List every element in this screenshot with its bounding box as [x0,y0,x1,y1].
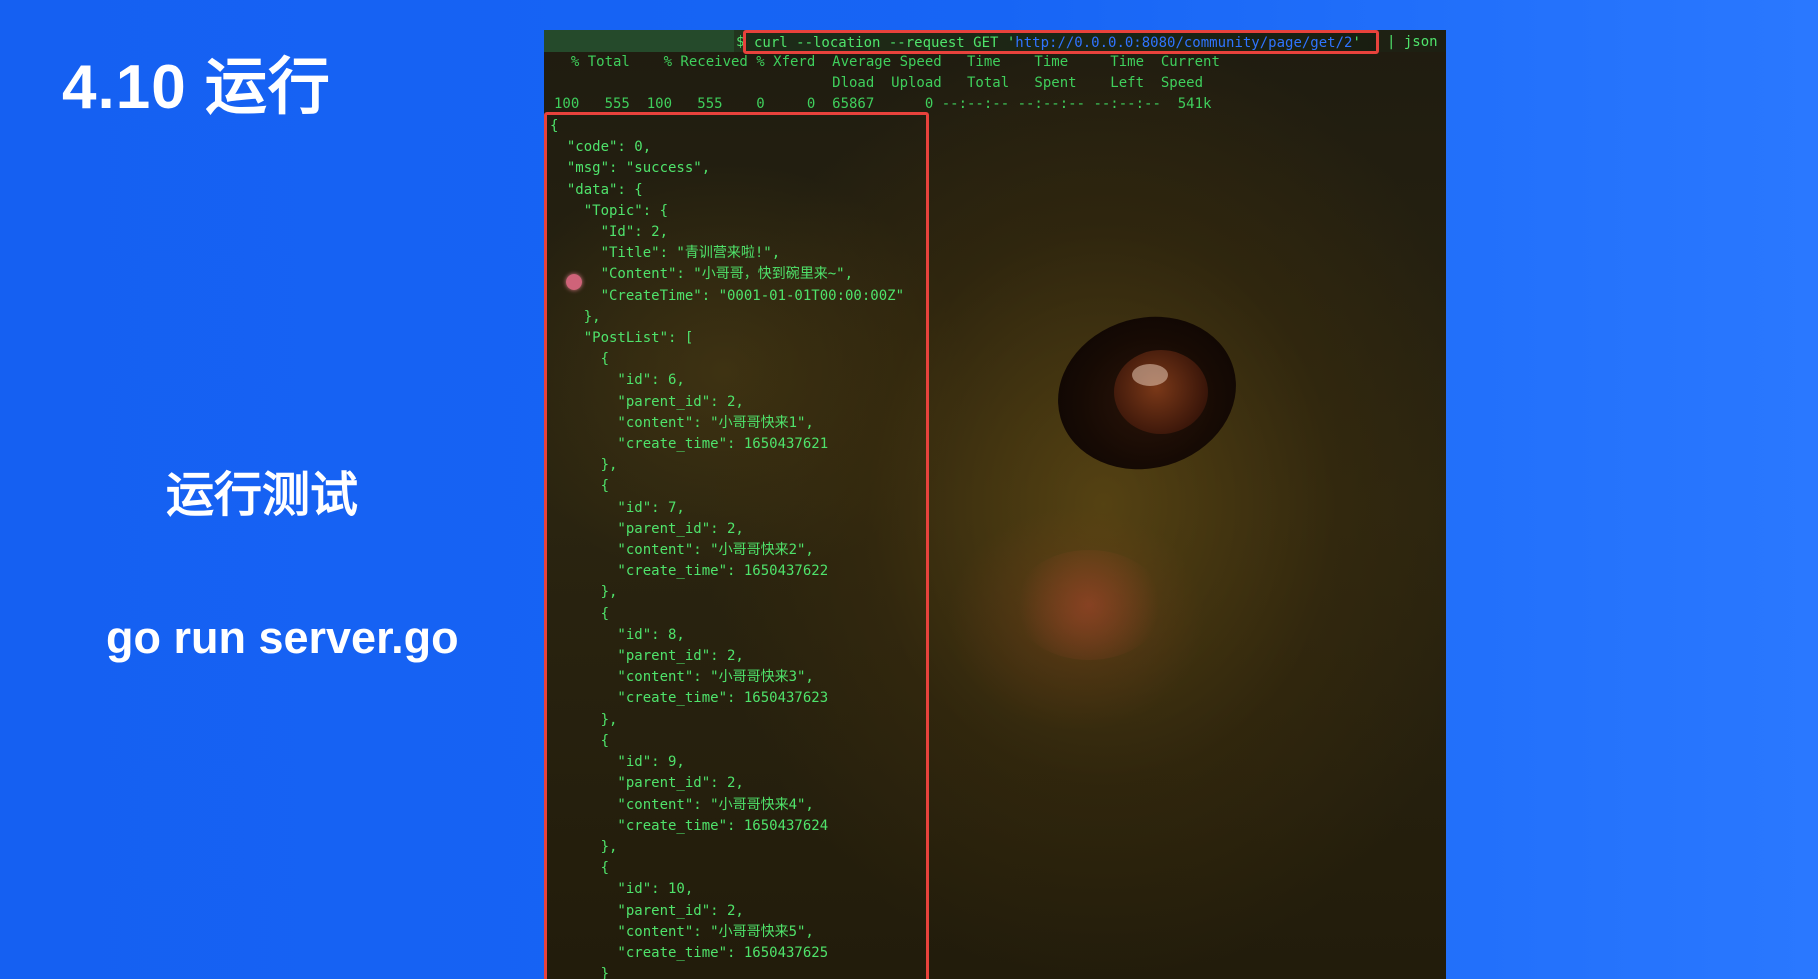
terminal-tab-strip [544,30,734,52]
curl-command-prefix: curl --location --request GET ' [754,35,1016,51]
background-eye-glint [1132,364,1168,386]
mouse-pointer-indicator [566,274,582,290]
slide-command-text: go run server.go [106,612,459,663]
request-url[interactable]: http://0.0.0.0:8080/community/page/get/2 [1015,35,1352,51]
curl-command-highlight[interactable]: curl --location --request GET 'http://0.… [743,30,1379,54]
json-response-output[interactable]: { "code": 0, "msg": "success", "data": {… [550,116,904,979]
background-cheek-image [1014,550,1164,660]
background-eye-iris [1114,350,1208,434]
curl-progress-stats: % Total % Received % Xferd Average Speed… [554,52,1220,115]
stats-header-line-1: % Total % Received % Xferd Average Speed… [554,54,1220,70]
terminal-screenshot: $ curl --location --request GET 'http://… [544,30,1446,979]
curl-command-suffix: ' [1352,35,1361,51]
stats-header-line-2: Dload Upload Total Spent Left Speed [554,75,1204,91]
pipe-json-command: | json [1387,34,1438,50]
slide-subtitle: 运行测试 [166,469,359,522]
slide-title: 4.10 运行 [62,53,331,122]
